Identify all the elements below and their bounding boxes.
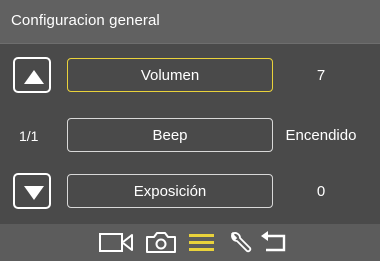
header: Configuracion general	[0, 0, 380, 44]
menu-item-label: Beep	[152, 126, 188, 144]
menu-item-label: Exposición	[133, 182, 207, 200]
page-title: Configuracion general	[11, 12, 160, 29]
arrow-down-icon	[24, 186, 44, 200]
video-camera-icon[interactable]	[98, 224, 136, 261]
volumen-value: 7	[316, 67, 326, 84]
bottom-toolbar	[0, 224, 380, 261]
wrench-icon[interactable]	[226, 224, 256, 261]
menu-item-label: Volumen	[140, 66, 200, 84]
exposicion-value: 0	[316, 183, 326, 200]
menu-item-volumen[interactable]: Volumen	[67, 58, 273, 92]
menu-item-exposicion[interactable]: Exposición	[67, 174, 273, 208]
menu-item-beep[interactable]: Beep	[67, 118, 273, 152]
beep-value: Encendido	[285, 127, 357, 144]
photo-camera-icon[interactable]	[144, 224, 178, 261]
back-arrow-icon[interactable]	[258, 224, 292, 261]
scroll-down-button[interactable]	[13, 173, 51, 209]
arrow-up-icon	[24, 70, 44, 84]
scroll-up-button[interactable]	[13, 57, 51, 93]
page-indicator: 1/1	[19, 128, 39, 144]
menu-icon[interactable]	[186, 224, 218, 261]
